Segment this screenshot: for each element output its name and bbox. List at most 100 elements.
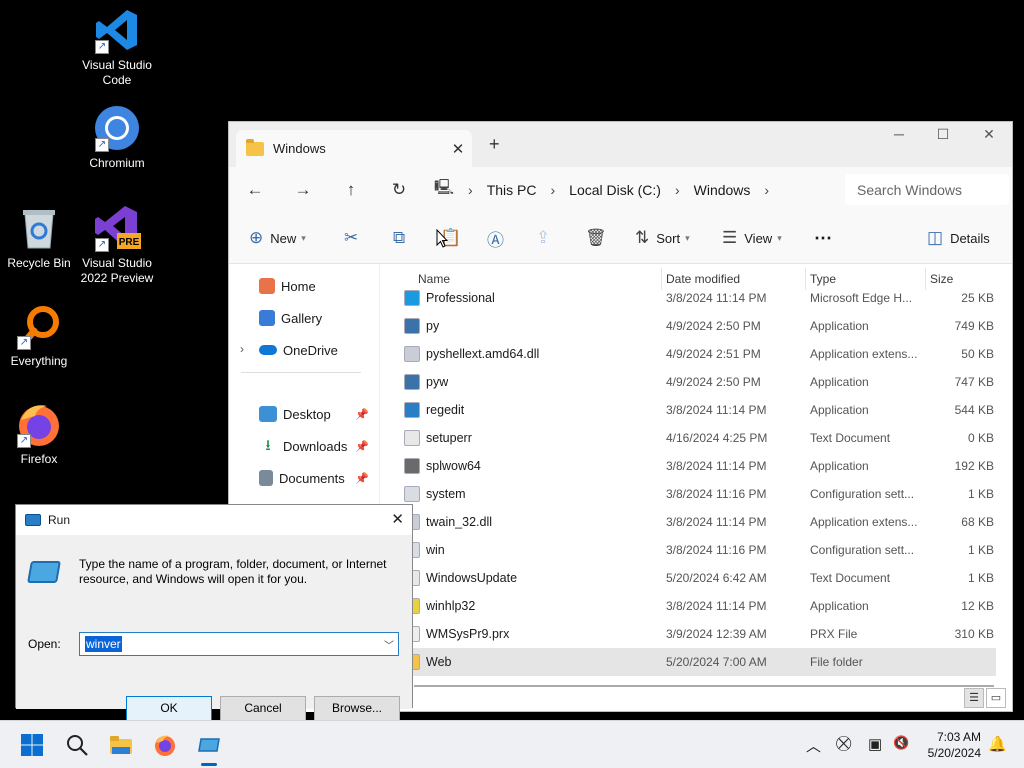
file-name: WindowsUpdate [426, 571, 518, 585]
file-date: 4/16/2024 4:25 PM [666, 431, 768, 445]
file-size: 12 KB [961, 599, 994, 613]
sidebar-item-desktop[interactable]: Desktop [259, 404, 331, 424]
file-row[interactable]: Web 5/20/2024 7:00 AM File folder [402, 648, 996, 676]
horizontal-scrollbar[interactable] [414, 685, 994, 687]
file-row[interactable]: winhlp32 3/8/2024 11:14 PM Application 12 K… [402, 592, 996, 620]
maximize-icon[interactable]: ☐ [920, 126, 966, 143]
copy-icon: ⧉ [393, 228, 406, 247]
cut-button[interactable]: ✂ [344, 212, 365, 264]
desktop-folder-icon [259, 406, 277, 422]
sidebar-item-onedrive[interactable]: OneDrive [259, 340, 338, 360]
delete-button[interactable]: 🗑 [585, 212, 614, 264]
file-type: Application [810, 459, 869, 473]
desktop-icon-vscode[interactable]: ↗ Visual Studio Code [77, 6, 157, 88]
up-icon[interactable]: ↑ [327, 180, 375, 200]
file-row[interactable]: pyshellext.amd64.dll 4/9/2024 2:51 PM Appl… [402, 340, 996, 368]
breadcrumb-this-pc[interactable]: This PC [487, 182, 537, 198]
chevron-down-icon[interactable]: ﹀ [384, 637, 394, 652]
back-icon[interactable]: ← [231, 180, 279, 200]
breadcrumb-windows[interactable]: Windows [694, 182, 751, 198]
open-input-value[interactable]: winver [85, 636, 122, 652]
desktop-icon-firefox[interactable]: ↗ Firefox [0, 400, 79, 467]
sidebar-item-label: Home [281, 278, 316, 294]
browse-button[interactable]: Browse... [314, 696, 400, 721]
file-type: Application [810, 599, 869, 613]
search-icon[interactable] [65, 733, 89, 757]
search-input[interactable]: Search Windows [845, 174, 1009, 205]
details-button[interactable]: ◫ Details [927, 212, 990, 264]
file-row[interactable]: splwow64 3/8/2024 11:14 PM Application 192 … [402, 452, 996, 480]
share-button[interactable]: ⇪ [536, 212, 557, 264]
tab-close-icon[interactable]: ✕ [444, 140, 472, 158]
breadcrumb-local-disk[interactable]: Local Disk (C:) [569, 182, 661, 198]
open-combobox[interactable]: winver ﹀ [79, 632, 399, 656]
cancel-button[interactable]: Cancel [220, 696, 306, 721]
taskbar-clock[interactable]: 7:03 AM 5/20/2024 [905, 729, 981, 761]
file-name: pyw [426, 375, 449, 389]
file-row[interactable]: twain_32.dll 3/8/2024 11:14 PM Application… [402, 508, 996, 536]
desktop-icon-everything[interactable]: ↗ Everything [0, 302, 79, 369]
start-windows-icon[interactable] [20, 733, 44, 757]
file-date: 4/9/2024 2:50 PM [666, 319, 761, 333]
file-row[interactable]: system 3/8/2024 11:16 PM Configuration set… [402, 480, 996, 508]
file-row[interactable]: regedit 3/8/2024 11:14 PM Application 544 K… [402, 396, 996, 424]
file-name: WMSysPr9.prx [426, 627, 510, 641]
explorer-tab[interactable]: Windows ✕ [236, 130, 472, 167]
file-row[interactable]: WMSysPr9.prx 3/9/2024 12:39 AM PRX File 310… [402, 620, 996, 648]
sort-button[interactable]: ⇅ Sort ▾ [635, 212, 690, 264]
new-tab-icon[interactable]: + [489, 134, 500, 155]
file-type: Text Document [810, 431, 891, 445]
desktop-icon-visual-studio[interactable]: PRE ↗ Visual Studio 2022 Preview [77, 204, 157, 286]
file-row[interactable]: win 3/8/2024 11:16 PM Configuration sett..… [402, 536, 996, 564]
refresh-icon[interactable]: ↻ [375, 180, 423, 200]
file-row[interactable]: Professional 3/8/2024 11:14 PM Microsoft E… [402, 284, 996, 312]
sidebar-item-documents[interactable]: Documents [259, 468, 345, 488]
file-date: 3/8/2024 11:16 PM [666, 487, 767, 501]
rename-button[interactable]: Ⓐ [487, 212, 511, 264]
file-row[interactable]: py 4/9/2024 2:50 PM Application 749 KB [402, 312, 996, 340]
new-button[interactable]: ⊕ New ▾ [249, 212, 306, 264]
chevron-down-icon: ▾ [777, 232, 782, 243]
more-options-button[interactable]: ⋯ [814, 212, 832, 264]
forward-icon[interactable]: → [279, 180, 327, 200]
close-window-icon[interactable]: ✕ [966, 126, 1012, 143]
file-type: Application extens... [810, 515, 918, 529]
close-icon[interactable]: ✕ [391, 510, 404, 528]
trash-icon: 🗑 [585, 228, 607, 247]
file-explorer-taskbar-icon[interactable] [109, 733, 133, 757]
run-taskbar-icon[interactable] [197, 733, 221, 757]
breadcrumb-chevron-icon[interactable]: › [675, 182, 680, 198]
details-label: Details [950, 230, 990, 246]
device-icon[interactable]: ▣ [868, 735, 882, 753]
clock-time: 7:03 AM [936, 730, 981, 744]
sidebar-item-gallery[interactable]: Gallery [259, 308, 322, 328]
file-name: pyshellext.amd64.dll [426, 347, 540, 361]
minimize-icon[interactable]: ─ [876, 126, 922, 142]
desktop-icon-recycle-bin[interactable]: Recycle Bin [0, 204, 79, 271]
network-disconnected-icon[interactable]: ⛒ [836, 735, 851, 752]
sidebar-item-home[interactable]: Home [259, 276, 316, 296]
file-row[interactable]: WindowsUpdate 5/20/2024 6:42 AM Text Docum… [402, 564, 996, 592]
download-arrow-icon: ⭳ [265, 437, 271, 454]
view-button[interactable]: ☰ View ▾ [722, 212, 782, 264]
chromium-icon: ↗ [93, 104, 141, 152]
breadcrumb-chevron-icon[interactable]: › [764, 182, 769, 198]
show-hidden-icons-chevron-icon[interactable]: ︿ [806, 735, 821, 756]
breadcrumb-chevron-icon[interactable]: › [550, 182, 555, 198]
desktop-icon-chromium[interactable]: ↗ Chromium [77, 104, 157, 171]
notifications-bell-icon[interactable]: 🔔 [988, 735, 1007, 753]
firefox-taskbar-icon[interactable] [153, 733, 177, 757]
breadcrumb-chevron-icon[interactable]: › [468, 182, 473, 198]
file-row[interactable]: setuperr 4/16/2024 4:25 PM Text Document 0 … [402, 424, 996, 452]
ok-button[interactable]: OK [126, 696, 212, 721]
desktop-icon-label: Visual Studio Code [82, 58, 152, 87]
sidebar-item-downloads[interactable]: ⭳ Downloads [259, 436, 347, 456]
file-name: twain_32.dll [426, 515, 493, 529]
copy-button[interactable]: ⧉ [393, 212, 412, 264]
details-view-icon[interactable]: ☰ [964, 688, 984, 708]
address-bar-row: ← → ↑ ↻ 🖳 › This PC › Local Disk (C:) › … [229, 167, 1012, 212]
expand-chevron-icon[interactable]: › [240, 342, 244, 356]
file-row[interactable]: pyw 4/9/2024 2:50 PM Application 747 KB [402, 368, 996, 396]
breadcrumb[interactable]: 🖳 › This PC › Local Disk (C:) › Windows … [434, 174, 834, 205]
tiles-view-icon[interactable]: ▭ [986, 688, 1006, 708]
